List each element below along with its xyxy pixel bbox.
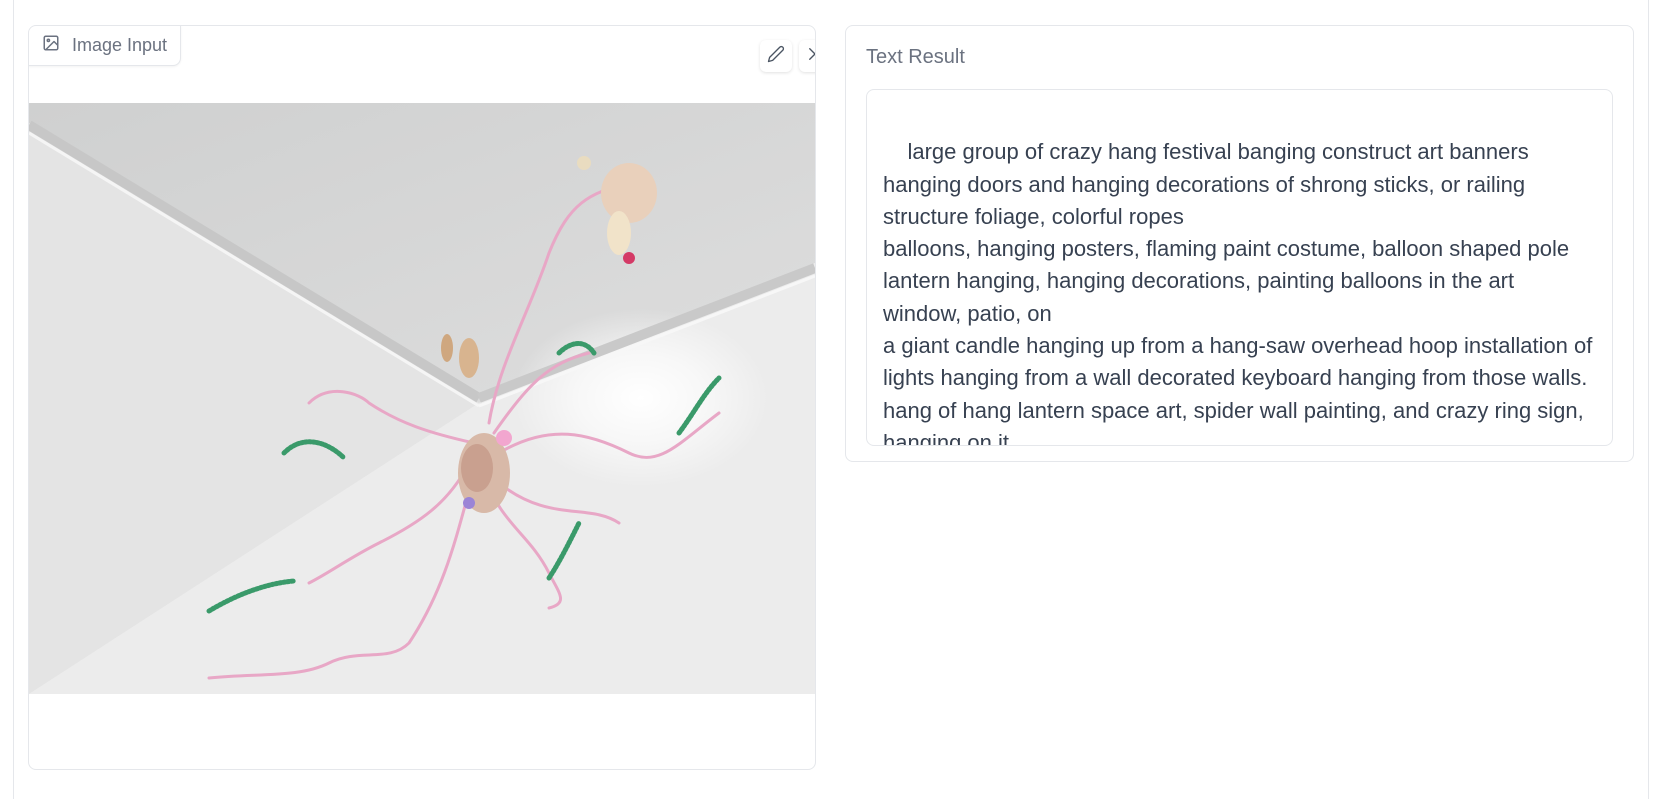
- image-input-label: Image Input: [72, 35, 168, 55]
- text-result-value: large group of crazy hang festival bangi…: [883, 139, 1593, 446]
- text-result-textarea[interactable]: large group of crazy hang festival bangi…: [866, 89, 1613, 446]
- pencil-icon: [767, 45, 785, 68]
- image-input-panel: Image Input: [28, 25, 816, 770]
- uploaded-image[interactable]: [29, 103, 815, 694]
- resize-handle-icon[interactable]: [1597, 430, 1609, 442]
- clear-button[interactable]: [799, 40, 815, 72]
- image-input-label-chip: Image Input: [29, 26, 182, 66]
- text-result-label: Text Result: [866, 46, 965, 68]
- edit-button[interactable]: [760, 40, 792, 72]
- image-icon: [42, 34, 60, 57]
- close-icon: [806, 45, 815, 68]
- text-result-panel: Text Result large group of crazy hang fe…: [845, 25, 1634, 462]
